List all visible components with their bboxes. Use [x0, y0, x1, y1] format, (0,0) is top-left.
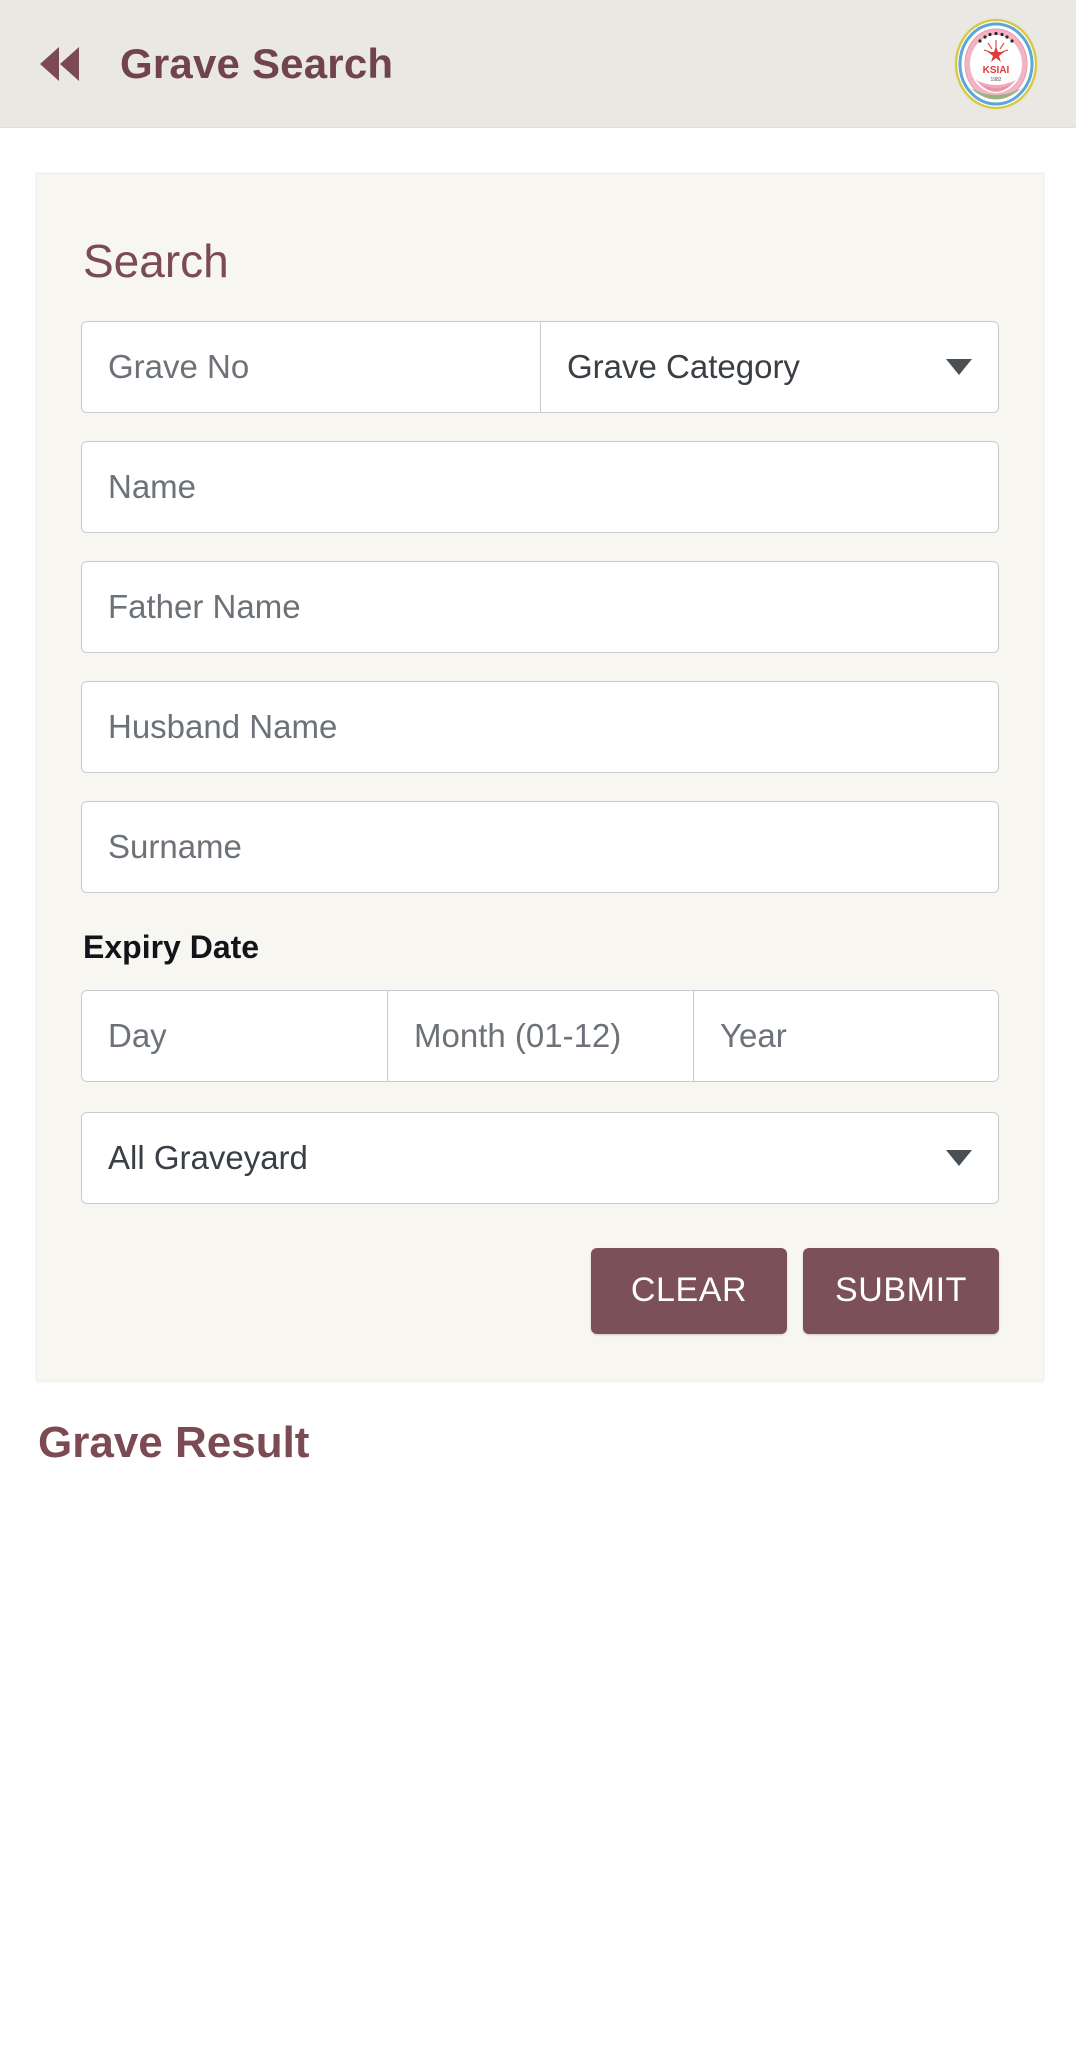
father-name-row: [81, 560, 999, 653]
name-row: [81, 440, 999, 533]
form-actions: CLEAR SUBMIT: [81, 1247, 999, 1334]
svg-text:1982: 1982: [990, 77, 1001, 83]
app-bar: Grave Search KSIAI 1982: [0, 0, 1076, 128]
surname-input[interactable]: [81, 800, 999, 893]
grave-no-wrapper: [81, 320, 540, 413]
expiry-month-wrapper: [387, 989, 693, 1082]
search-heading: Search: [83, 235, 229, 287]
expiry-day-input[interactable]: [81, 989, 387, 1082]
back-button[interactable]: [30, 35, 88, 93]
grave-no-input[interactable]: [81, 320, 540, 413]
grave-result-heading: Grave Result: [38, 1417, 310, 1467]
rewind-back-icon: [35, 43, 83, 85]
expiry-year-wrapper: [693, 989, 999, 1082]
graveyard-select[interactable]: All Graveyard: [81, 1111, 999, 1204]
father-name-input[interactable]: [81, 560, 999, 653]
graveyard-value: All Graveyard: [108, 1138, 308, 1176]
surname-row: [81, 800, 999, 893]
expiry-year-input[interactable]: [693, 989, 999, 1082]
grave-category-value: Grave Category: [567, 347, 800, 385]
chevron-down-icon: [946, 1149, 972, 1166]
grave-no-category-row: Grave Category: [81, 320, 999, 413]
expiry-date-label: Expiry Date: [83, 928, 260, 965]
page-body: Search Grave Category: [0, 128, 1076, 1887]
grave-category-wrapper: Grave Category: [540, 320, 999, 413]
organization-logo: KSIAI 1982: [954, 18, 1038, 110]
grave-category-select[interactable]: Grave Category: [540, 320, 999, 413]
husband-name-input[interactable]: [81, 680, 999, 773]
expiry-month-input[interactable]: [387, 989, 693, 1082]
page-title: Grave Search: [120, 39, 394, 87]
grave-result-area: [0, 1466, 1076, 1887]
expiry-day-wrapper: [81, 989, 387, 1082]
clear-button[interactable]: CLEAR: [591, 1247, 787, 1334]
name-input[interactable]: [81, 440, 999, 533]
search-card: Search Grave Category: [36, 173, 1044, 1381]
expiry-date-row: [81, 989, 999, 1082]
husband-name-row: [81, 680, 999, 773]
chevron-down-icon: [946, 358, 972, 375]
svg-text:KSIAI: KSIAI: [983, 65, 1010, 76]
graveyard-row: All Graveyard: [81, 1111, 999, 1204]
submit-button[interactable]: SUBMIT: [803, 1247, 999, 1334]
